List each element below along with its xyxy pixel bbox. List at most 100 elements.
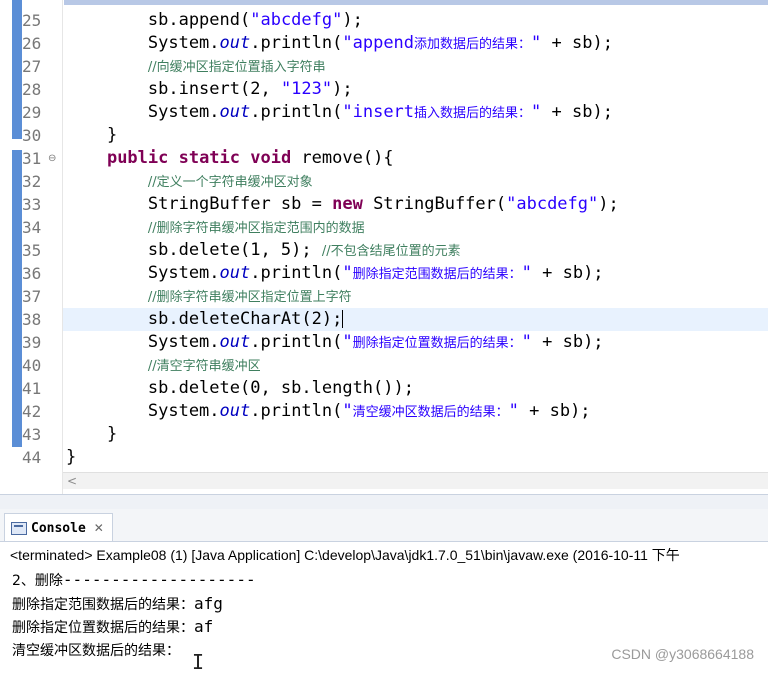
text-caret xyxy=(342,310,344,328)
code-line[interactable]: System.out.println("append添加数据后的结果：" + s… xyxy=(66,32,613,56)
line-number: 32 xyxy=(22,172,42,191)
code-token: StringBuffer( xyxy=(362,194,507,214)
code-token: ); xyxy=(598,194,619,214)
code-line[interactable]: StringBuffer sb = new StringBuffer("abcd… xyxy=(66,193,619,216)
code-editor[interactable]: 25 sb.append("abcdefg"); 26 System.out.pr… xyxy=(0,0,768,494)
line-number: 30 xyxy=(22,126,42,145)
code-token: out xyxy=(219,263,251,283)
code-line[interactable]: } xyxy=(66,124,117,147)
code-line[interactable]: } xyxy=(66,446,76,469)
overview-ruler xyxy=(0,0,12,494)
line-number: 44 xyxy=(22,448,42,467)
code-token: //向缓冲区指定位置插入字符串 xyxy=(147,60,326,75)
code-token: " xyxy=(342,263,353,283)
text-cursor-icon: I xyxy=(192,650,205,674)
code-line[interactable]: sb.delete(0, sb.length()); xyxy=(66,377,414,400)
code-token: " xyxy=(342,332,353,352)
code-token: " xyxy=(531,102,542,122)
code-token: out xyxy=(219,33,251,53)
code-token: remove(){ xyxy=(291,148,394,168)
line-number: 26 xyxy=(22,34,42,53)
code-token: out xyxy=(219,102,251,122)
code-line[interactable]: sb.insert(2, "123"); xyxy=(66,78,353,101)
code-token: } xyxy=(66,424,118,444)
code-token: //删除字符串缓冲区指定位置上字符 xyxy=(147,290,352,305)
code-line[interactable]: sb.delete(1, 5); //不包含结尾位置的元素 xyxy=(66,239,461,263)
code-token: System. xyxy=(66,263,220,283)
code-line[interactable]: sb.append("abcdefg"); xyxy=(66,9,363,32)
line-number: 42 xyxy=(22,402,42,421)
code-token: sb.append( xyxy=(66,10,251,30)
scroll-left-icon[interactable]: < xyxy=(67,473,77,489)
code-token: .println( xyxy=(250,332,343,352)
code-line[interactable]: public static void remove(){ xyxy=(66,147,394,170)
line-number: 37 xyxy=(22,287,42,306)
code-token: sb.delete(0, sb.length()); xyxy=(66,378,414,398)
watermark: CSDN @y3068664188 xyxy=(611,646,754,662)
view-divider[interactable] xyxy=(0,494,768,510)
code-token: sb.deleteCharAt(2); xyxy=(66,309,343,329)
code-token: " xyxy=(531,33,542,53)
console-line: 删除指定范围数据后的结果：afg xyxy=(12,594,223,613)
code-line[interactable]: //向缓冲区指定位置插入字符串 xyxy=(66,55,326,79)
console-line: 清空缓冲区数据后的结果： xyxy=(12,643,180,659)
code-token: + sb); xyxy=(518,401,591,421)
code-token: + sb); xyxy=(541,33,613,53)
code-token: + sb); xyxy=(541,102,613,122)
fold-collapse-icon[interactable]: ⊖ xyxy=(48,147,56,170)
code-token: } xyxy=(66,125,118,145)
code-line[interactable]: //定义一个字符串缓冲区对象 xyxy=(66,170,313,194)
code-line[interactable]: sb.deleteCharAt(2); xyxy=(66,308,344,331)
code-token: "append xyxy=(342,33,415,53)
line-number: 29 xyxy=(22,103,42,122)
console-line: 2、删除-------------------- xyxy=(12,570,256,589)
close-icon[interactable]: ✕ xyxy=(94,521,104,535)
code-line[interactable]: //删除字符串缓冲区指定范围内的数据 xyxy=(66,216,365,240)
code-token: ); xyxy=(342,10,363,30)
code-token: + sb); xyxy=(531,263,604,283)
code-line[interactable]: System.out.println("删除指定位置数据后的结果：" + sb)… xyxy=(66,331,604,355)
line-number: 33 xyxy=(22,195,42,214)
line-number: 40 xyxy=(22,356,42,375)
code-token: + sb); xyxy=(531,332,604,352)
code-line[interactable]: System.out.println("insert插入数据后的结果：" + s… xyxy=(66,101,613,125)
code-line[interactable]: System.out.println("删除指定范围数据后的结果：" + sb)… xyxy=(66,262,604,286)
code-token: //不包含结尾位置的元素 xyxy=(321,244,461,259)
code-token: //删除字符串缓冲区指定范围内的数据 xyxy=(147,221,365,236)
code-token: System. xyxy=(66,401,220,421)
line-number: 34 xyxy=(22,218,42,237)
code-token: System. xyxy=(66,102,220,122)
code-token: public static void xyxy=(106,148,292,168)
line-number: 41 xyxy=(22,379,42,398)
code-line[interactable]: System.out.println("清空缓冲区数据后的结果：" + sb); xyxy=(66,400,591,424)
line-number: 28 xyxy=(22,80,42,99)
code-token: .println( xyxy=(250,401,343,421)
code-token: "abcdefg" xyxy=(250,10,343,30)
code-token: new xyxy=(332,194,363,214)
console-status: <terminated> Example08 (1) [Java Applica… xyxy=(10,547,680,563)
code-token: sb.delete(1, 5); xyxy=(66,240,322,260)
code-token: out xyxy=(219,401,251,421)
horizontal-scrollbar[interactable]: < xyxy=(63,472,768,489)
line-number: 27 xyxy=(22,57,42,76)
line-number: 25 xyxy=(22,11,42,30)
code-token: " xyxy=(521,263,532,283)
code-token: 添加数据后的结果： xyxy=(414,37,532,52)
code-token: ); xyxy=(332,79,353,99)
line-number: 38 xyxy=(22,310,42,329)
code-token: System. xyxy=(66,332,220,352)
code-line[interactable]: } xyxy=(66,423,117,446)
console-icon xyxy=(11,521,27,535)
code-token: " xyxy=(521,332,532,352)
console-line: 删除指定位置数据后的结果：af xyxy=(12,617,214,636)
code-line[interactable]: //删除字符串缓冲区指定位置上字符 xyxy=(66,285,352,309)
tab-console[interactable]: Console ✕ xyxy=(4,513,113,542)
editor-top-strip xyxy=(64,0,768,5)
line-number: 36 xyxy=(22,264,42,283)
code-line[interactable]: //清空字符串缓冲区 xyxy=(66,354,261,378)
code-token: //清空字符串缓冲区 xyxy=(147,359,261,374)
